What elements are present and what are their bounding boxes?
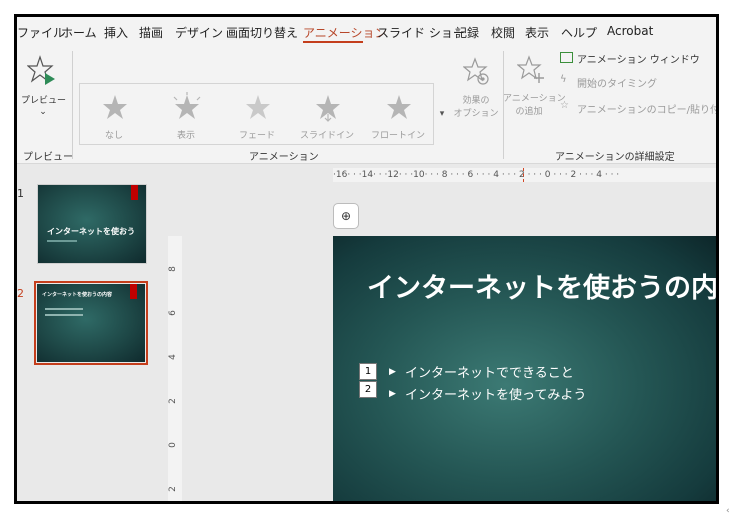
effect-options-line1: 効果の: [462, 96, 490, 106]
thumbnail-title: インターネットを使おうの内容: [42, 292, 113, 298]
tab-transitions[interactable]: 画面切り替え: [226, 24, 298, 41]
tab-review[interactable]: 校閲: [491, 24, 515, 41]
tab-animations[interactable]: アニメーション: [303, 24, 387, 41]
ruler-tick-label: 0: [167, 442, 178, 448]
ruler-tick-label: 2: [167, 398, 178, 404]
tab-design[interactable]: デザイン: [175, 24, 223, 41]
thumbnail-bullet: [45, 308, 83, 310]
animation-pane-label: アニメーション ウィンドウ: [577, 55, 700, 66]
bullet-arrow-icon: ▶: [389, 389, 396, 399]
animation-painter-label: アニメーションのコピー/貼り付け: [577, 105, 719, 116]
lightning-icon: ϟ: [560, 74, 567, 85]
slide-canvas[interactable]: インターネットを使おうの内容 1 ▶ インターネットでできること 2 ▶ インタ…: [333, 236, 716, 501]
tab-acrobat[interactable]: Acrobat: [607, 24, 653, 38]
divider: [72, 51, 73, 159]
add-animation-line2: の追加: [515, 107, 543, 117]
ruler-ticks: ·16· · ·14· · ·12· · ·10· · · 8 · · · 6 …: [333, 170, 620, 180]
star-none-icon: [103, 95, 127, 119]
effect-options-line2: オプション: [453, 109, 499, 119]
gallery-more-button[interactable]: ▾: [435, 83, 449, 145]
copilot-icon[interactable]: ⊕: [333, 203, 359, 229]
tab-slideshow[interactable]: スライド ショー: [377, 24, 465, 41]
animation-gallery: なし 表示 フェード スライドイン フロートイン: [79, 83, 434, 145]
ruler-tick-label: 2: [167, 486, 178, 492]
animation-floatin-label: フロートイン: [370, 131, 425, 141]
corner-glyph: ‹: [726, 506, 730, 516]
animation-fade[interactable]: フェード: [223, 84, 291, 146]
star-floatin-icon: [387, 95, 411, 119]
slide-editor: ·16· · ·14· · ·12· · ·10· · · 8 · · · 6 …: [165, 164, 716, 501]
tab-file[interactable]: ファイル: [17, 24, 65, 41]
add-animation-icon: [517, 55, 544, 83]
animation-appear-label: 表示: [176, 131, 195, 141]
bullet-arrow-icon: ▶: [389, 367, 396, 377]
menu-bar: ファイル ホーム 挿入 描画 デザイン 画面切り替え アニメーション スライド …: [17, 17, 716, 45]
powerpoint-window: ファイル ホーム 挿入 描画 デザイン 画面切り替え アニメーション スライド …: [14, 14, 719, 504]
star-fade-icon: [246, 95, 270, 119]
preview-label: プレビュー: [21, 96, 67, 106]
thumbnail-bullet: [45, 314, 83, 316]
active-tab-indicator: [303, 41, 363, 43]
trigger-label: 開始のタイミング: [577, 79, 657, 90]
slide-thumbnail-pane: 1 インターネットを使おう 2 インターネットを使おうの内容: [17, 164, 165, 501]
animation-order-tag[interactable]: 2: [359, 381, 377, 398]
tab-help[interactable]: ヘルプ: [561, 24, 597, 41]
tab-record[interactable]: 記録: [455, 24, 479, 41]
animation-pane-icon: [560, 52, 573, 63]
animation-painter-icon: ☆: [560, 100, 569, 111]
thumbnail-accent-tab: [130, 284, 137, 299]
slide-number: 1: [17, 187, 24, 200]
slide-number: 2: [17, 287, 24, 300]
animation-none-label: なし: [104, 131, 123, 141]
ribbon: プレビュー ⌄ プレビュー なし 表示 フェード スライドイン フロートイン ▾…: [17, 45, 719, 187]
tab-insert[interactable]: 挿入: [104, 24, 128, 41]
vertical-ruler: 8 6 4 2 0 2: [167, 236, 182, 501]
ruler-tick-label: 4: [167, 354, 178, 360]
add-animation-line1: アニメーション: [503, 94, 566, 104]
star-play-icon: [27, 55, 55, 85]
star-slidein-icon: [316, 95, 340, 122]
ruler-tick-label: 8: [167, 266, 178, 272]
animation-slidein[interactable]: スライドイン: [293, 84, 361, 146]
slide-thumbnail-1[interactable]: インターネットを使おう: [37, 184, 147, 264]
bullet-text[interactable]: インターネットを使ってみよう: [405, 384, 586, 403]
horizontal-ruler: ·16· · ·14· · ·12· · ·10· · · 8 · · · 6 …: [333, 168, 716, 182]
effect-options-icon: [463, 57, 489, 85]
animation-floatin[interactable]: フロートイン: [364, 84, 432, 146]
thumbnail-title: インターネットを使おう: [47, 227, 135, 236]
animation-slidein-label: スライドイン: [299, 131, 354, 141]
ruler-tick-label: 6: [167, 310, 178, 316]
thumbnail-subtitle: [47, 240, 77, 242]
animation-fade-label: フェード: [238, 131, 275, 141]
animation-none[interactable]: なし: [80, 84, 148, 146]
tab-view[interactable]: 表示: [525, 24, 549, 41]
thumbnail-accent-tab: [131, 185, 138, 200]
group-label-animation: アニメーション: [249, 152, 319, 163]
workspace: 1 インターネットを使おう 2 インターネットを使おうの内容 ·16· · ·1…: [17, 164, 716, 501]
bullet-text[interactable]: インターネットでできること: [405, 362, 574, 381]
star-appear-icon: [173, 92, 201, 119]
group-label-advanced: アニメーションの詳細設定: [555, 152, 675, 163]
slide-thumbnail-2[interactable]: インターネットを使おうの内容: [34, 281, 148, 365]
slide-title[interactable]: インターネットを使おうの内容: [367, 266, 716, 305]
animation-order-tag[interactable]: 1: [359, 363, 377, 380]
group-label-preview: プレビュー: [23, 152, 73, 163]
tab-draw[interactable]: 描画: [139, 24, 163, 41]
tab-home[interactable]: ホーム: [61, 24, 97, 41]
ruler-cursor-marker: [523, 168, 525, 182]
chevron-down-icon: ⌄: [39, 107, 47, 117]
animation-appear[interactable]: 表示: [152, 84, 220, 146]
